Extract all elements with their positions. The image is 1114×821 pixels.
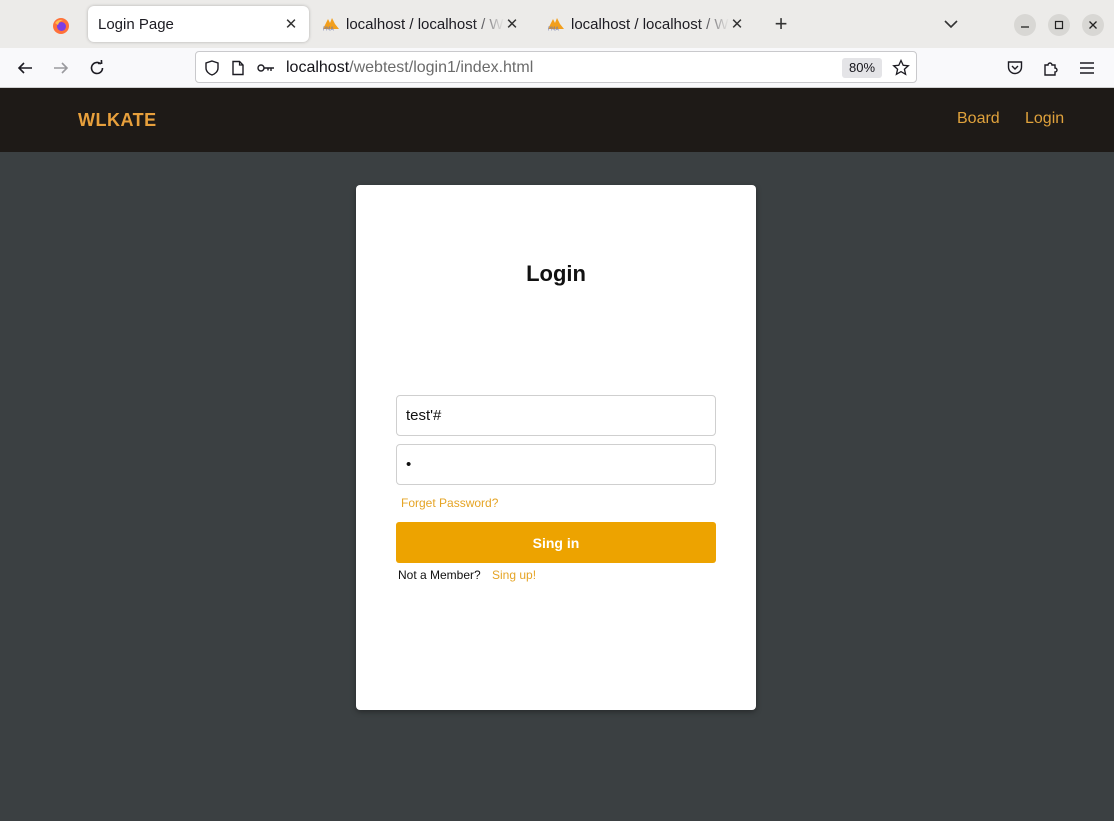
zoom-level[interactable]: 80% <box>842 58 882 78</box>
menu-icon[interactable] <box>1075 56 1099 80</box>
forgot-password-link[interactable]: Forget Password? <box>401 496 498 510</box>
svg-text:PMA: PMA <box>323 27 334 32</box>
browser-tab-bar: Login Page ✕ PMA localhost / localhost /… <box>0 0 1114 48</box>
address-bar[interactable]: localhost/webtest/login1/index.html 80% <box>195 51 917 83</box>
close-icon[interactable]: ✕ <box>504 16 520 33</box>
window-close-icon[interactable] <box>1082 14 1104 36</box>
phpmyadmin-icon: PMA <box>322 17 342 31</box>
close-icon[interactable]: ✕ <box>283 16 299 33</box>
not-member-text: Not a Member? <box>398 568 481 582</box>
tab-title: localhost / localhost / We <box>571 15 729 33</box>
url-text[interactable]: localhost/webtest/login1/index.html <box>286 59 533 77</box>
key-icon[interactable] <box>257 59 275 77</box>
brand-logo[interactable]: WLKATE <box>78 110 157 131</box>
pocket-icon[interactable] <box>1003 56 1027 80</box>
login-title: Login <box>526 261 586 286</box>
maximize-icon[interactable] <box>1048 14 1070 36</box>
extensions-icon[interactable] <box>1039 56 1063 80</box>
reload-icon[interactable] <box>85 56 109 80</box>
password-input[interactable] <box>396 444 716 485</box>
svg-text:PMA: PMA <box>548 27 559 32</box>
new-tab-plus-icon[interactable]: + <box>770 13 792 36</box>
tab-title: Login Page <box>98 15 174 33</box>
tab-login-page[interactable]: Login Page ✕ <box>88 6 309 42</box>
tab-title: localhost / localhost / We <box>346 15 504 33</box>
minimize-icon[interactable] <box>1014 14 1036 36</box>
tab-phpmyadmin-2[interactable]: PMA localhost / localhost / We ✕ <box>537 6 755 42</box>
nav-link-login[interactable]: Login <box>1025 110 1064 128</box>
nav-link-board[interactable]: Board <box>957 110 1000 128</box>
star-icon[interactable] <box>892 59 910 77</box>
shield-icon[interactable] <box>203 59 221 77</box>
phpmyadmin-icon: PMA <box>547 17 567 31</box>
browser-nav-bar: localhost/webtest/login1/index.html 80% <box>0 48 1114 88</box>
chevron-down-icon[interactable] <box>941 14 961 34</box>
tab-phpmyadmin-1[interactable]: PMA localhost / localhost / We ✕ <box>312 6 530 42</box>
close-icon[interactable]: ✕ <box>729 16 745 33</box>
firefox-icon[interactable] <box>48 14 74 38</box>
login-card: Login Forget Password? Sing in Not a Mem… <box>356 185 756 710</box>
url-host: localhost <box>286 59 350 76</box>
forward-icon[interactable] <box>49 56 73 80</box>
page-icon[interactable] <box>229 59 247 77</box>
site-header: WLKATE Board Login <box>0 88 1114 152</box>
username-input[interactable] <box>396 395 716 436</box>
url-path: /webtest/login1/index.html <box>349 59 534 76</box>
sign-in-button[interactable]: Sing in <box>396 522 716 563</box>
back-icon[interactable] <box>13 56 37 80</box>
sign-up-link[interactable]: Sing up! <box>492 568 536 582</box>
